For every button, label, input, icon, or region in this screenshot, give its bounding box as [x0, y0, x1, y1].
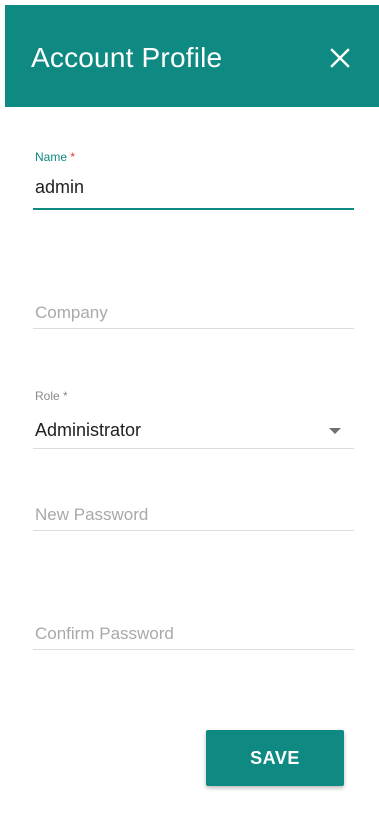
chevron-down-icon[interactable]: [329, 428, 341, 434]
role-underline: [33, 448, 354, 449]
name-field[interactable]: Name * admin: [33, 148, 354, 212]
dialog-header: Account Profile: [5, 5, 379, 107]
new-password-underline: [33, 530, 354, 531]
dialog-title: Account Profile: [31, 42, 223, 73]
name-label: Name *: [35, 150, 76, 164]
role-select[interactable]: Role * Administrator: [33, 387, 354, 451]
confirm-password-field[interactable]: Confirm Password: [33, 621, 354, 651]
confirm-password-underline: [33, 649, 354, 650]
name-underline: [33, 208, 354, 210]
new-password-placeholder: New Password: [35, 505, 149, 524]
required-mark: *: [63, 389, 68, 403]
account-profile-dialog: Account Profile Name * admin Company Rol…: [0, 0, 379, 819]
required-mark: *: [70, 150, 76, 164]
close-icon[interactable]: [325, 43, 355, 73]
save-button[interactable]: SAVE: [206, 730, 344, 786]
role-value: Administrator: [35, 420, 142, 440]
name-value: admin: [35, 177, 85, 197]
company-field[interactable]: Company: [33, 300, 354, 330]
company-underline: [33, 328, 354, 329]
company-placeholder: Company: [35, 303, 108, 322]
role-label: Role *: [35, 389, 68, 403]
new-password-field[interactable]: New Password: [33, 502, 354, 532]
confirm-password-placeholder: Confirm Password: [35, 624, 174, 643]
